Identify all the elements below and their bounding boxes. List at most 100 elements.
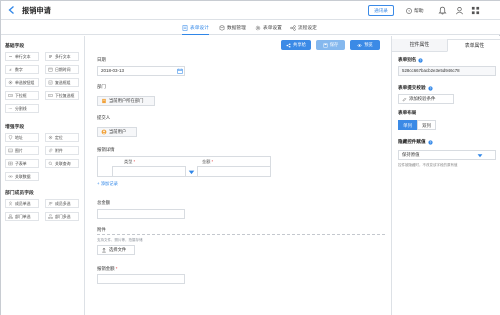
field-dropdown-multi[interactable]: 下拉复选框 bbox=[45, 91, 79, 100]
add-check-condition-button[interactable]: 添加校验条件 bbox=[398, 94, 454, 104]
share-button[interactable]: 共享给 bbox=[281, 40, 311, 50]
date-field[interactable]: 2018-03-13 bbox=[97, 66, 185, 76]
field-linked-data[interactable]: 关联数据 bbox=[5, 172, 39, 181]
search-icon bbox=[48, 161, 53, 166]
field-dropdown[interactable]: 下拉框 bbox=[5, 91, 39, 100]
chevron-down-icon[interactable] bbox=[188, 169, 195, 175]
department-multi-icon bbox=[48, 214, 53, 219]
field-dept-multi[interactable]: 部门多选 bbox=[45, 212, 79, 221]
field-attachment[interactable]: 附件 bbox=[45, 146, 79, 155]
back-arrow-icon[interactable] bbox=[7, 5, 17, 15]
field-item-label: 成员单选 bbox=[15, 200, 31, 206]
page-title: 报销申请 bbox=[22, 6, 51, 15]
tab-form-design[interactable]: 表单设计 bbox=[182, 20, 209, 36]
field-address[interactable]: 地址 bbox=[5, 133, 39, 142]
tab-label: 数据管理 bbox=[227, 24, 246, 30]
field-datetime[interactable]: 日期时间 bbox=[45, 65, 79, 74]
chevron-down-icon[interactable] bbox=[477, 153, 483, 158]
field-item-label: 数字 bbox=[15, 66, 23, 72]
contacts-button[interactable]: 通讯录 bbox=[368, 5, 394, 16]
details-subform: 类型 * 金额 * bbox=[97, 156, 271, 177]
field-item-label: 部门多选 bbox=[55, 213, 71, 219]
field-item-label: 地址 bbox=[15, 134, 23, 140]
user-avatar-icon[interactable] bbox=[455, 6, 464, 15]
department-chip[interactable]: 当前用户所在部门 bbox=[97, 96, 155, 106]
department-label: 部门 bbox=[97, 84, 106, 89]
form-alias-field[interactable]: 528cc667bacb2e3e5d946c78 bbox=[398, 66, 496, 76]
layout-single-column[interactable]: 单列 bbox=[398, 120, 417, 130]
calendar-icon[interactable] bbox=[177, 68, 183, 74]
checkbox-icon bbox=[48, 80, 53, 85]
amount-field[interactable] bbox=[97, 274, 185, 284]
applicant-chip-label: 当前用户 bbox=[109, 129, 127, 134]
date-label: 日期 bbox=[97, 57, 106, 62]
tab-form-properties[interactable]: 表单属性 bbox=[447, 39, 500, 52]
database-icon bbox=[219, 24, 225, 30]
choose-file-label: 选择文件 bbox=[109, 247, 127, 252]
choose-file-button[interactable]: 选择文件 bbox=[97, 245, 135, 255]
svg-text:?: ? bbox=[429, 140, 431, 144]
tab-label: 表单设置 bbox=[263, 24, 282, 30]
required-mark: * bbox=[210, 159, 214, 164]
layout-double-column[interactable]: 双列 bbox=[417, 120, 436, 130]
svg-text:#: # bbox=[10, 68, 12, 72]
field-member-multi[interactable]: 成员多选 bbox=[45, 199, 79, 208]
add-record-link[interactable]: + 添加记录 bbox=[97, 181, 118, 187]
field-item-label: 分割线 bbox=[15, 105, 27, 111]
tab-data-management[interactable]: 数据管理 bbox=[219, 20, 246, 35]
type-cell[interactable] bbox=[112, 166, 186, 177]
hidden-field-value: 保持原值 bbox=[402, 152, 420, 157]
department-chip-label: 当前用户所在部门 bbox=[109, 98, 144, 103]
flow-icon bbox=[290, 24, 296, 31]
divider-icon bbox=[8, 108, 13, 109]
field-radio-group[interactable]: 单选按钮组 bbox=[5, 78, 39, 87]
location-pin-icon bbox=[8, 135, 13, 140]
total-field[interactable] bbox=[97, 209, 185, 219]
field-image[interactable]: 图片 bbox=[5, 146, 39, 155]
help-link[interactable]: ? 帮助 bbox=[406, 5, 424, 16]
applicant-chip[interactable]: 当前用户 bbox=[97, 127, 137, 137]
section-title-dept-member: 部门成员字段 bbox=[5, 191, 34, 196]
required-mark: * bbox=[132, 159, 136, 164]
share-icon bbox=[286, 43, 291, 47]
amount-cell[interactable] bbox=[197, 166, 271, 177]
radio-icon bbox=[8, 80, 13, 85]
tab-flow-settings[interactable]: 流程设定 bbox=[290, 20, 317, 35]
tab-label: 流程设定 bbox=[298, 24, 317, 30]
tab-field-properties[interactable]: 控件属性 bbox=[392, 39, 447, 52]
bell-icon[interactable] bbox=[438, 6, 447, 15]
edit-icon bbox=[402, 97, 407, 101]
help-icon: ? bbox=[406, 7, 412, 14]
field-divider[interactable]: 分割线 bbox=[5, 104, 39, 113]
field-dept-single[interactable]: 部门单选 bbox=[5, 212, 39, 221]
help-icon: ? bbox=[427, 85, 433, 90]
field-position[interactable]: 定位 bbox=[45, 133, 79, 142]
svg-text:?: ? bbox=[429, 86, 431, 90]
grid-icon[interactable] bbox=[471, 6, 480, 15]
field-checkbox-group[interactable]: 复选框组 bbox=[45, 78, 79, 87]
help-icon: ? bbox=[427, 139, 433, 144]
save-label: 保存 bbox=[329, 42, 339, 47]
field-item-label: 单选按钮组 bbox=[15, 79, 35, 85]
table-icon bbox=[8, 161, 13, 166]
save-button[interactable]: 保存 bbox=[316, 40, 345, 50]
svg-text:?: ? bbox=[420, 58, 422, 62]
main-tabs: 表单设计 数据管理 表单设置 流程设定 bbox=[1, 20, 500, 36]
department-icon bbox=[102, 98, 106, 104]
save-icon bbox=[323, 43, 328, 47]
field-number[interactable]: # 数字 bbox=[5, 65, 39, 74]
field-subform[interactable]: 子表单 bbox=[5, 159, 39, 168]
field-item-label: 单行文本 bbox=[15, 53, 31, 59]
field-item-label: 成员多选 bbox=[55, 200, 71, 206]
field-linked-query[interactable]: 关联查询 bbox=[45, 159, 79, 168]
field-multi-line-text[interactable]: 多行文本 bbox=[45, 52, 79, 61]
tab-form-settings[interactable]: 表单设置 bbox=[255, 20, 282, 35]
preview-button[interactable]: 预览 bbox=[350, 40, 380, 50]
text-icon bbox=[9, 56, 12, 57]
field-member-single[interactable]: 成员单选 bbox=[5, 199, 39, 208]
submit-check-label: 表单提交校验 ? bbox=[398, 85, 433, 91]
field-item-label: 下拉复选框 bbox=[55, 92, 75, 98]
hidden-field-label: 隐藏控件赋值 ? bbox=[398, 139, 433, 145]
field-single-line-text[interactable]: 单行文本 bbox=[5, 52, 39, 61]
hidden-field-label-text: 隐藏控件赋值 bbox=[398, 139, 426, 144]
